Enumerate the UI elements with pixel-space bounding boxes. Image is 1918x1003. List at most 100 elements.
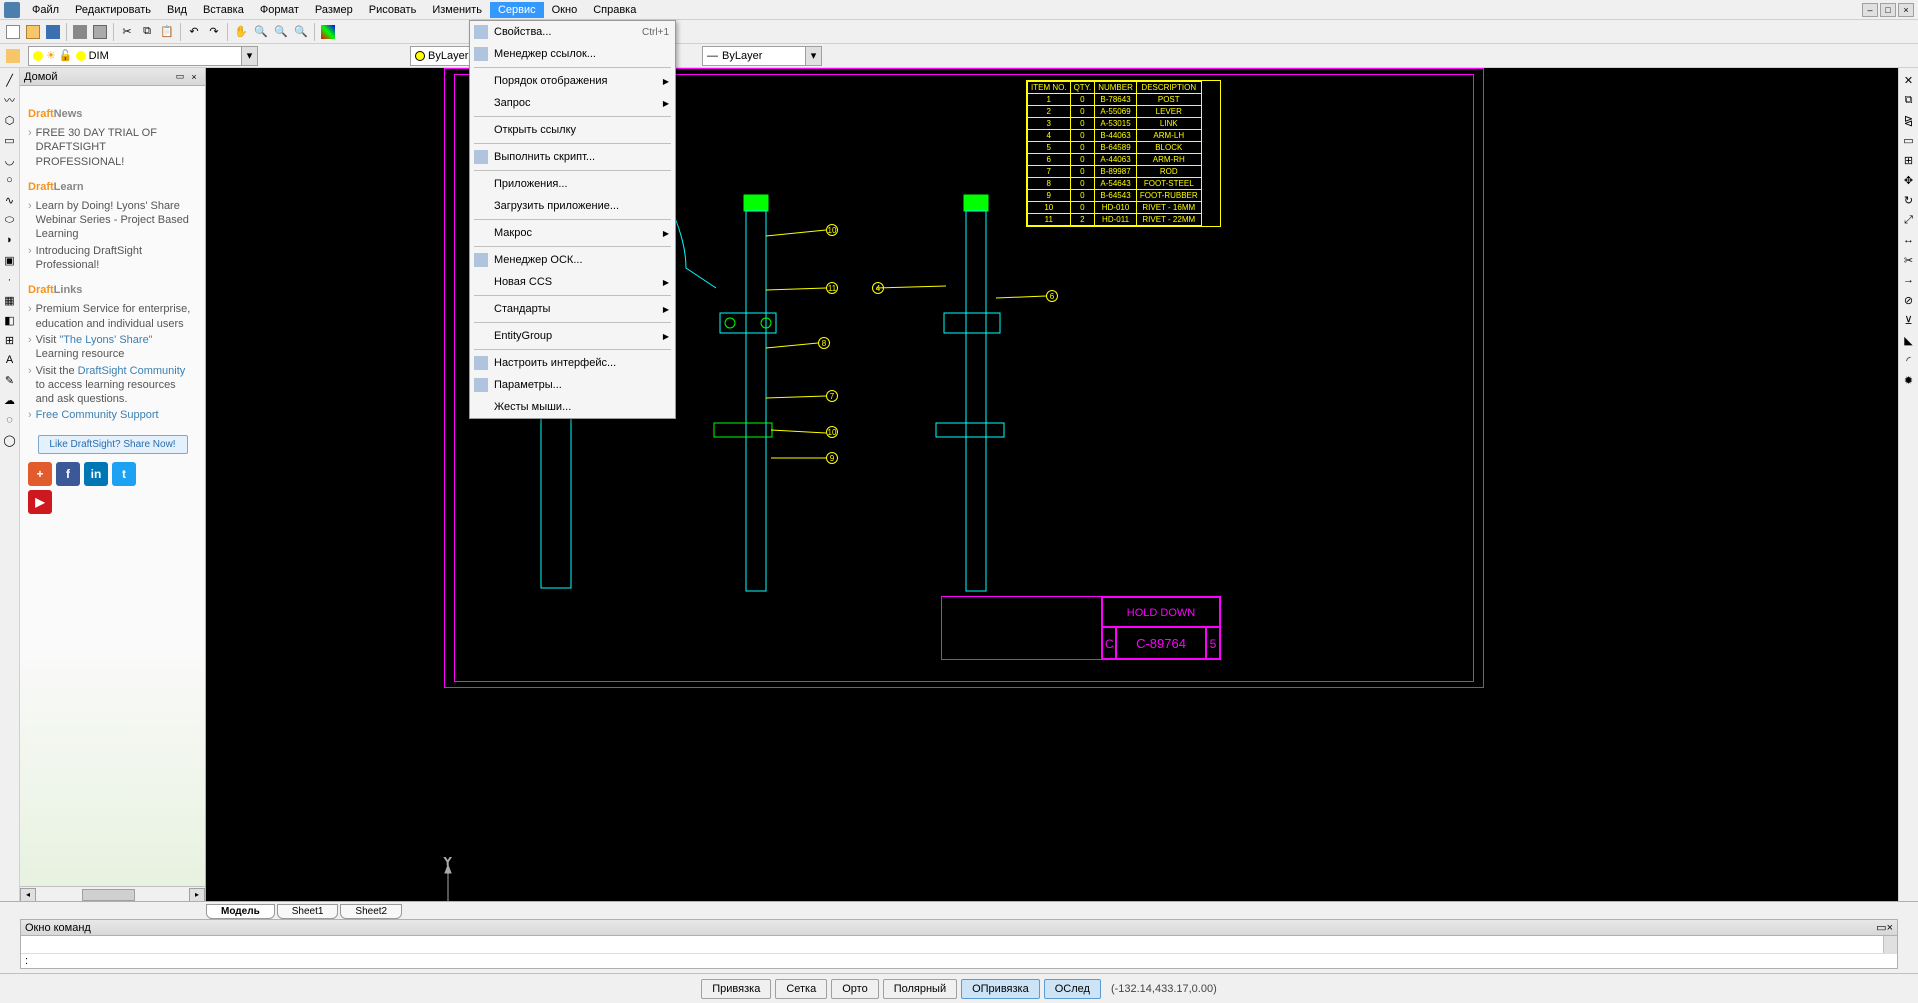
region-icon[interactable]: ◧ [1, 311, 19, 329]
ellipse-icon[interactable]: ⬭ [1, 211, 19, 229]
snap-toggle[interactable]: Привязка [701, 979, 771, 999]
menu-item[interactable]: Менеджер ссылок... [470, 43, 675, 65]
learn-item[interactable]: Introducing DraftSight Professional! [36, 244, 197, 273]
paste-icon[interactable]: 📋 [158, 23, 176, 41]
join-icon[interactable]: ⊻ [1900, 311, 1918, 329]
share-button[interactable]: Like DraftSight? Share Now! [38, 435, 188, 454]
table-icon[interactable]: ⊞ [1, 331, 19, 349]
close-icon[interactable]: × [1887, 922, 1893, 934]
menu-window[interactable]: Окно [544, 2, 586, 18]
new-icon[interactable] [4, 23, 22, 41]
line-icon[interactable]: ╱ [1, 71, 19, 89]
menu-item[interactable]: Приложения... [470, 173, 675, 195]
scrollbar[interactable] [1883, 936, 1897, 953]
otrack-toggle[interactable]: ОСлед [1044, 979, 1101, 999]
menu-dim[interactable]: Размер [307, 2, 361, 18]
polyline-icon[interactable]: 〰 [1, 91, 19, 109]
break-icon[interactable]: ⊘ [1900, 291, 1918, 309]
youtube-icon[interactable]: ▶ [28, 490, 52, 514]
menu-tools[interactable]: Сервис [490, 2, 544, 18]
hatch-icon[interactable]: ▦ [1, 291, 19, 309]
mask-icon[interactable]: ◌ [1, 411, 19, 429]
menu-item[interactable]: EntityGroup▶ [470, 325, 675, 347]
redo-icon[interactable]: ↷ [205, 23, 223, 41]
menu-item[interactable]: Настроить интерфейс... [470, 352, 675, 374]
pan-icon[interactable]: ✋ [232, 23, 250, 41]
open-icon[interactable] [24, 23, 42, 41]
menu-item[interactable]: Жесты мыши... [470, 396, 675, 418]
stretch-icon[interactable]: ↔ [1900, 231, 1918, 249]
properties-icon[interactable] [319, 23, 337, 41]
spline-icon[interactable]: ∿ [1, 191, 19, 209]
tab-sheet2[interactable]: Sheet2 [340, 904, 402, 919]
linkedin-icon[interactable]: in [84, 462, 108, 486]
point-icon[interactable]: · [1, 271, 19, 289]
cloud-icon[interactable]: ☁ [1, 391, 19, 409]
layer-combo[interactable]: ☀ 🔓 DIM ▾ [28, 46, 258, 66]
menu-format[interactable]: Формат [252, 2, 307, 18]
minimize-button[interactable]: – [1862, 3, 1878, 17]
circle-icon[interactable]: ○ [1, 171, 19, 189]
rectangle-icon[interactable]: ▭ [1, 131, 19, 149]
preview-icon[interactable] [91, 23, 109, 41]
erase-icon[interactable]: ✕ [1900, 71, 1918, 89]
rotate-icon[interactable]: ↻ [1900, 191, 1918, 209]
osnap-toggle[interactable]: ОПривязка [961, 979, 1040, 999]
zoom-prev-icon[interactable]: 🔍 [272, 23, 290, 41]
offset-icon[interactable]: ▭ [1900, 131, 1918, 149]
arc-icon[interactable]: ◡ [1, 151, 19, 169]
drawing-canvas[interactable]: ITEM NO.QTY.NUMBERDESCRIPTION10B-78643PO… [206, 68, 1898, 919]
move-icon[interactable]: ✥ [1900, 171, 1918, 189]
ellipse-arc-icon[interactable]: ◗ [1, 231, 19, 249]
array-icon[interactable]: ⊞ [1900, 151, 1918, 169]
extend-icon[interactable]: → [1900, 271, 1918, 289]
links-item[interactable]: Free Community Support [36, 408, 159, 422]
note-icon[interactable]: ✎ [1, 371, 19, 389]
addthis-icon[interactable]: + [28, 462, 52, 486]
zoom-ext-icon[interactable]: 🔍 [292, 23, 310, 41]
menu-modify[interactable]: Изменить [424, 2, 490, 18]
chamfer-icon[interactable]: ◣ [1900, 331, 1918, 349]
scroll-thumb[interactable] [82, 889, 136, 901]
grid-toggle[interactable]: Сетка [775, 979, 827, 999]
maximize-button[interactable]: □ [1880, 3, 1896, 17]
pin-icon[interactable]: ▭ [173, 70, 187, 84]
ortho-toggle[interactable]: Орто [831, 979, 878, 999]
tab-sheet1[interactable]: Sheet1 [277, 904, 339, 919]
block-icon[interactable]: ▣ [1, 251, 19, 269]
menu-item[interactable]: Загрузить приложение... [470, 195, 675, 217]
fillet-icon[interactable]: ◜ [1900, 351, 1918, 369]
menu-draw[interactable]: Рисовать [361, 2, 425, 18]
menu-help[interactable]: Справка [585, 2, 644, 18]
learn-item[interactable]: Learn by Doing! Lyons' Share Webinar Ser… [36, 199, 197, 242]
command-history[interactable] [21, 936, 1897, 954]
twitter-icon[interactable]: t [112, 462, 136, 486]
copy-icon[interactable]: ⧉ [138, 23, 156, 41]
chevron-down-icon[interactable]: ▾ [805, 47, 821, 65]
donut-icon[interactable]: ◯ [1, 431, 19, 449]
save-icon[interactable] [44, 23, 62, 41]
cut-icon[interactable]: ✂ [118, 23, 136, 41]
menu-item[interactable]: Порядок отображения▶ [470, 70, 675, 92]
close-button[interactable]: × [1898, 3, 1914, 17]
command-input[interactable]: : [21, 954, 1897, 968]
trim-icon[interactable]: ✂ [1900, 251, 1918, 269]
text-icon[interactable]: A [1, 351, 19, 369]
mirror-icon[interactable]: ⧎ [1900, 111, 1918, 129]
layers-icon[interactable] [4, 47, 22, 65]
undo-icon[interactable]: ↶ [185, 23, 203, 41]
menu-item[interactable]: Выполнить скрипт... [470, 146, 675, 168]
menu-item[interactable]: Свойства...Ctrl+1 [470, 21, 675, 43]
menu-item[interactable]: Менеджер ОСК... [470, 249, 675, 271]
menu-view[interactable]: Вид [159, 2, 195, 18]
zoom-window-icon[interactable]: 🔍 [252, 23, 270, 41]
copy-obj-icon[interactable]: ⧉ [1900, 91, 1918, 109]
linetype-combo[interactable]: — ByLayer ▾ [702, 46, 822, 66]
explode-icon[interactable]: ✹ [1900, 371, 1918, 389]
facebook-icon[interactable]: f [56, 462, 80, 486]
close-icon[interactable]: × [187, 70, 201, 84]
menu-item[interactable]: Параметры... [470, 374, 675, 396]
menu-item[interactable]: Стандарты▶ [470, 298, 675, 320]
polygon-icon[interactable]: ⬡ [1, 111, 19, 129]
home-scrollbar[interactable]: ◂ ▸ [20, 886, 205, 902]
